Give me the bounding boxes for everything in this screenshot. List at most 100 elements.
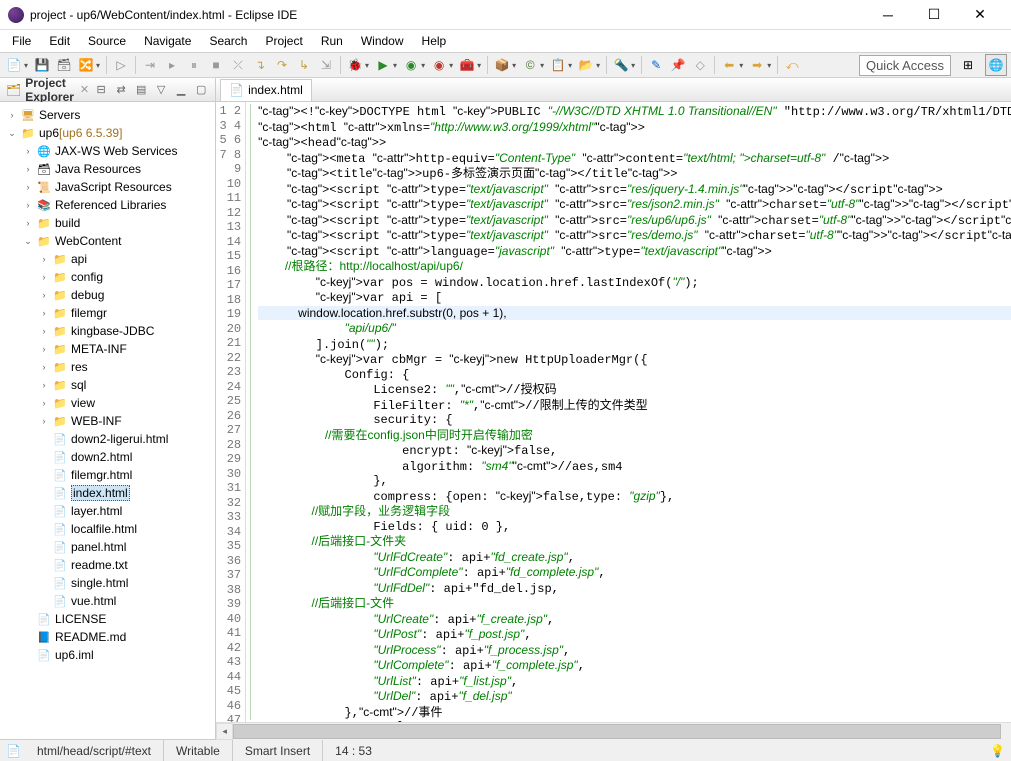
twisty-icon[interactable]: ⌄ [4,125,20,141]
tree-item[interactable]: ›📁filemgr [0,304,215,322]
tree-item[interactable]: ›📁META-INF [0,340,215,358]
coverage-icon[interactable]: ◉ [401,55,421,75]
twisty-icon[interactable]: › [36,413,52,429]
run-server-icon[interactable]: ◉ [429,55,449,75]
minimize-view-icon[interactable]: ▁ [173,82,189,98]
twisty-icon[interactable]: › [20,215,36,231]
java-ee-perspective-button[interactable]: 🌐 [985,54,1007,76]
tree-item[interactable]: ›📁view [0,394,215,412]
menu-help[interactable]: Help [414,32,455,50]
twisty-icon[interactable]: › [36,359,52,375]
minimize-button[interactable]: ─ [865,0,911,30]
twisty-icon[interactable]: › [36,377,52,393]
twisty-icon[interactable]: › [36,341,52,357]
tree-item[interactable]: 📄LICENSE [0,610,215,628]
search-icon[interactable]: 🔦 [611,55,631,75]
line-gutter[interactable]: 1 2 3 4 5 6 7 8 9 10 11 12 13 14 15 16 1… [216,102,246,722]
open-perspective-button[interactable]: ⊞ [957,54,979,76]
tree-item[interactable]: ⌄📁WebContent [0,232,215,250]
tree-item[interactable]: 📄index.html [0,484,215,502]
menu-run[interactable]: Run [313,32,351,50]
twisty-icon[interactable]: › [20,161,36,177]
quick-access[interactable]: Quick Access [859,55,951,76]
twisty-icon[interactable]: › [20,197,36,213]
tree-item[interactable]: 📄filemgr.html [0,466,215,484]
debug-detach-icon[interactable]: ⤫ [228,55,248,75]
menu-navigate[interactable]: Navigate [136,32,199,50]
tree-item[interactable]: ›🌐JAX-WS Web Services [0,142,215,160]
maximize-button[interactable]: ☐ [911,0,957,30]
tree-item[interactable]: 📄up6.iml [0,646,215,664]
tree-item[interactable]: ›📁debug [0,286,215,304]
twisty-icon[interactable]: › [36,287,52,303]
pin-icon[interactable]: 📌 [668,55,688,75]
tree-item[interactable]: 📄readme.txt [0,556,215,574]
fold-bar[interactable] [246,102,258,722]
tree-item[interactable]: 📄vue.html [0,592,215,610]
twisty-icon[interactable]: › [20,143,36,159]
focus-icon[interactable]: ▤ [133,82,149,98]
debug-step-icon[interactable]: ⇥ [140,55,160,75]
tree-item[interactable]: 📄single.html [0,574,215,592]
debug-into-icon[interactable]: ↴ [250,55,270,75]
twisty-icon[interactable]: ⌄ [20,233,36,249]
project-tree[interactable]: ›🖥Servers⌄📁up6 [up6 6.5.39]›🌐JAX-WS Web … [0,102,215,739]
tree-item[interactable]: ›📁build [0,214,215,232]
menu-search[interactable]: Search [201,32,255,50]
bug-icon[interactable]: 🐞 [345,55,365,75]
tree-item[interactable]: ›📁kingbase-JDBC [0,322,215,340]
tree-item[interactable]: ›📁api [0,250,215,268]
tree-item[interactable]: 📄down2.html [0,448,215,466]
twisty-icon[interactable]: › [36,395,52,411]
twisty-icon[interactable]: › [20,179,36,195]
view-menu-icon[interactable]: ▽ [153,82,169,98]
collapse-all-icon[interactable]: ⊟ [93,82,109,98]
horizontal-scrollbar[interactable]: ◂ ▸ [216,722,1011,739]
cut-icon[interactable]: ▷ [111,55,131,75]
code-editor[interactable]: "c-tag"><!"c-key">DOCTYPE html "c-key">P… [258,102,1011,722]
twisty-icon[interactable]: › [36,305,52,321]
open-type-icon[interactable]: 📂 [576,55,596,75]
menu-window[interactable]: Window [353,32,412,50]
save-all-icon[interactable]: 🗃 [54,55,74,75]
tree-item[interactable]: 📄panel.html [0,538,215,556]
debug-stop-icon[interactable]: ■ [206,55,226,75]
tree-item[interactable]: ›📁config [0,268,215,286]
forward-icon[interactable]: ➡ [747,55,767,75]
run-icon[interactable]: ▶ [373,55,393,75]
tree-item[interactable]: 📄down2-ligerui.html [0,430,215,448]
tree-item[interactable]: ›📁sql [0,376,215,394]
menu-project[interactable]: Project [257,32,310,50]
link-editor-icon[interactable]: ⇄ [113,82,129,98]
tip-icon[interactable]: 💡 [990,744,1005,758]
last-edit-icon[interactable]: ⤺ [782,55,802,75]
tree-item[interactable]: ⌄📁up6 [up6 6.5.39] [0,124,215,142]
back-icon[interactable]: ⬅ [719,55,739,75]
debug-over-icon[interactable]: ↷ [272,55,292,75]
tree-item[interactable]: ›📁res [0,358,215,376]
maximize-view-icon[interactable]: ▢ [193,82,209,98]
twisty-icon[interactable]: › [4,107,20,123]
close-button[interactable]: ✕ [957,0,1003,30]
twisty-icon[interactable]: › [36,269,52,285]
new-pkg-icon[interactable]: 📦 [492,55,512,75]
view-close-icon[interactable]: ✕ [80,83,89,96]
tree-item[interactable]: ›🖥Servers [0,106,215,124]
tree-item[interactable]: 📘README.md [0,628,215,646]
menu-file[interactable]: File [4,32,39,50]
new-type-icon[interactable]: 📋 [548,55,568,75]
debug-out-icon[interactable]: ↳ [294,55,314,75]
switch-icon[interactable]: 🔀 [76,55,96,75]
menu-source[interactable]: Source [80,32,134,50]
editor-tab-index[interactable]: 📄 index.html [220,79,312,101]
twisty-icon[interactable]: › [36,251,52,267]
debug-pause-icon[interactable]: ⏸ [184,55,204,75]
new-icon[interactable]: 📄 [4,55,24,75]
twisty-icon[interactable]: › [36,323,52,339]
debug-ret-icon[interactable]: ⇲ [316,55,336,75]
scroll-left-icon[interactable]: ◂ [216,723,233,740]
tree-item[interactable]: 📄localfile.html [0,520,215,538]
toggle-mark-icon[interactable]: ✎ [646,55,666,75]
new-class-icon[interactable]: © [520,55,540,75]
tree-item[interactable]: ›📜JavaScript Resources [0,178,215,196]
